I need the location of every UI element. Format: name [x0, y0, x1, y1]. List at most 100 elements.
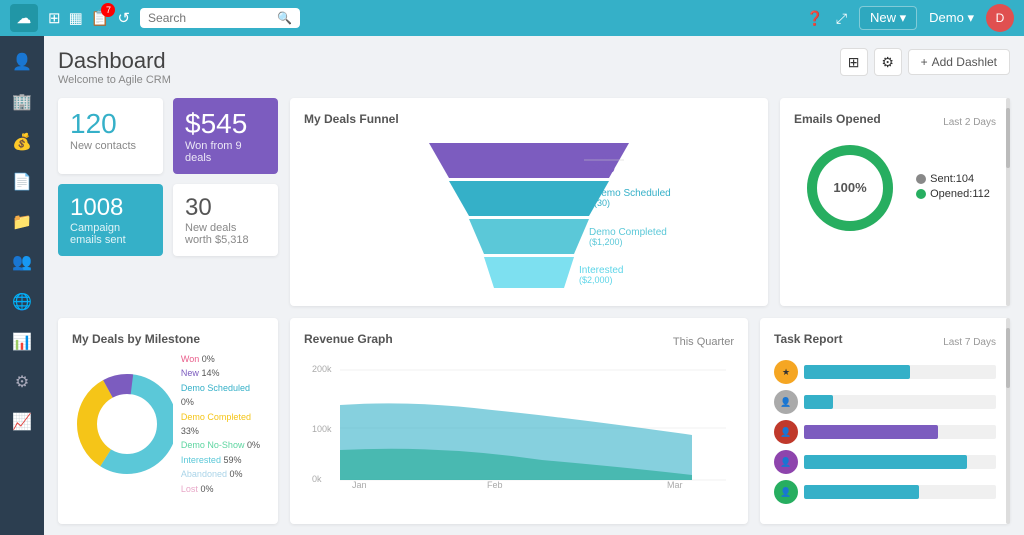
- legend-demo-completed: Demo Completed 33%: [181, 410, 264, 439]
- milestone-legend: Won 0% New 14% Demo Scheduled 0% Demo Co…: [181, 352, 264, 496]
- search-bar: 🔍: [140, 8, 300, 28]
- task-avatar-1: ★: [774, 360, 798, 384]
- scrollbar-thumb: [1006, 108, 1010, 168]
- donut-legend: Sent:104 Opened:112: [916, 173, 990, 203]
- logo[interactable]: ☁: [10, 4, 38, 32]
- stat-row-2: 1008 Campaign emails sent 30 New deals w…: [58, 184, 278, 256]
- sent-label: Sent:104: [930, 173, 974, 185]
- task-report-row-5: 👤: [774, 480, 996, 504]
- legend-abandoned: Abandoned 0%: [181, 467, 264, 481]
- revenue-cyan-area: [340, 403, 692, 480]
- donut-svg: 100%: [800, 138, 900, 238]
- funnel-sublabel-interested: ($2,000): [579, 275, 613, 285]
- pie-chart-svg: [72, 369, 173, 479]
- revenue-title: Revenue Graph: [304, 332, 393, 346]
- page-header: Dashboard Welcome to Agile CRM ⊞ ⚙ + Add…: [58, 48, 1010, 86]
- legend-demo-scheduled: Demo Scheduled 0%: [181, 381, 264, 410]
- funnel-svg: New ($500) Demo Scheduled (30) Demo Comp…: [369, 138, 689, 293]
- legend-new: New 14%: [181, 366, 264, 380]
- history-icon[interactable]: ↺: [117, 9, 130, 27]
- sidebar-item-companies[interactable]: 🏢: [4, 84, 40, 120]
- header-actions: ⊞ ⚙ + Add Dashlet: [840, 48, 1010, 76]
- help-icon[interactable]: ❓: [806, 10, 823, 27]
- funnel-sublabel-new: ($500): [589, 162, 615, 172]
- sent-dot: [916, 174, 926, 184]
- scrollbar-task[interactable]: [1006, 318, 1010, 524]
- new-button[interactable]: New ▾: [859, 6, 917, 30]
- legend-sent: Sent:104: [916, 173, 990, 185]
- revenue-svg: 200k 100k 0k Jan Feb Mar: [312, 360, 726, 490]
- search-input[interactable]: [148, 11, 273, 25]
- task-bar-4: [804, 455, 967, 469]
- opened-dot: [916, 189, 926, 199]
- task-bar-5: [804, 485, 919, 499]
- y-label-200k: 200k: [312, 364, 332, 374]
- scrollbar[interactable]: [1006, 98, 1010, 306]
- won-amount: $545: [185, 108, 266, 140]
- stat-row-1: 120 New contacts $545 Won from 9 deals: [58, 98, 278, 174]
- campaign-emails-label: Campaign emails sent: [70, 222, 151, 246]
- task-bar-container-4: [804, 455, 996, 469]
- task-bar-container-5: [804, 485, 996, 499]
- deals-icon: 💰: [12, 132, 32, 152]
- funnel-segment-demo-scheduled: [449, 181, 609, 216]
- legend-lost: Lost 0%: [181, 482, 264, 496]
- notifications-icon[interactable]: 📋7: [91, 9, 110, 27]
- demo-menu[interactable]: Demo ▾: [929, 10, 974, 26]
- expand-icon[interactable]: ⤢: [836, 10, 847, 27]
- new-deals-label: New deals worth $5,318: [185, 222, 266, 246]
- task-report-title: Task Report: [774, 332, 842, 346]
- revenue-header: Revenue Graph This Quarter: [304, 332, 734, 352]
- task-avatar-4: 👤: [774, 450, 798, 474]
- emails-opened-title: Emails Opened: [794, 112, 881, 126]
- revenue-period: This Quarter: [673, 336, 734, 348]
- sidebar-item-settings[interactable]: ⚙: [4, 364, 40, 400]
- table-icon[interactable]: ▦: [69, 9, 83, 27]
- funnel-segment-interested: [484, 257, 574, 288]
- campaign-emails-card: 1008 Campaign emails sent: [58, 184, 163, 256]
- y-label-0k: 0k: [312, 474, 322, 484]
- revenue-card: Revenue Graph This Quarter 200k 100k 0k: [290, 318, 748, 524]
- x-label-feb: Feb: [487, 480, 503, 490]
- sidebar-item-analytics[interactable]: 📈: [4, 404, 40, 440]
- sidebar: 👤 🏢 💰 📄 📁 👥 🌐 📊 ⚙ 📈: [0, 36, 44, 535]
- task-avatar-5: 👤: [774, 480, 798, 504]
- new-contacts-label: New contacts: [70, 140, 151, 152]
- topnav-right: ❓ ⤢ New ▾ Demo ▾ D: [806, 4, 1014, 32]
- revenue-chart: 200k 100k 0k Jan Feb Mar: [304, 360, 734, 490]
- sidebar-item-contacts[interactable]: 👤: [4, 44, 40, 80]
- page-subtitle: Welcome to Agile CRM: [58, 74, 171, 86]
- milestone-card: My Deals by Milestone Won 0%: [58, 318, 278, 524]
- search-icon: 🔍: [277, 11, 292, 25]
- new-deals-number: 30: [185, 194, 266, 222]
- sidebar-item-documents[interactable]: 📄: [4, 164, 40, 200]
- reports-icon: 📊: [12, 332, 32, 352]
- grid-view-button[interactable]: ⊞: [840, 48, 868, 76]
- sidebar-item-groups[interactable]: 👥: [4, 244, 40, 280]
- sidebar-item-projects[interactable]: 📁: [4, 204, 40, 240]
- emails-chart: 100% Sent:104 Opened:112: [794, 138, 996, 238]
- won-label: Won from 9 deals: [185, 140, 266, 164]
- sidebar-item-web[interactable]: 🌐: [4, 284, 40, 320]
- grid-icon[interactable]: ⊞: [48, 9, 61, 27]
- task-bar-container-1: [804, 365, 996, 379]
- sidebar-item-deals[interactable]: 💰: [4, 124, 40, 160]
- funnel-title: My Deals Funnel: [304, 112, 754, 126]
- won-deals-card: $545 Won from 9 deals: [173, 98, 278, 174]
- opened-label: Opened:112: [930, 188, 990, 200]
- add-dashlet-button[interactable]: + Add Dashlet: [908, 49, 1010, 75]
- funnel-sublabel-demo-completed: ($1,200): [589, 237, 623, 247]
- task-report-row-3: 👤: [774, 420, 996, 444]
- add-icon: +: [921, 55, 928, 69]
- sidebar-item-reports[interactable]: 📊: [4, 324, 40, 360]
- y-label-100k: 100k: [312, 424, 332, 434]
- donut-percent-text: 100%: [834, 180, 868, 195]
- user-avatar[interactable]: D: [986, 4, 1014, 32]
- scrollbar-thumb-task: [1006, 328, 1010, 388]
- settings-button[interactable]: ⚙: [874, 48, 902, 76]
- task-bar-2: [804, 395, 833, 409]
- dashboard-row-1: 120 New contacts $545 Won from 9 deals 1…: [58, 98, 1010, 306]
- legend-demo-noshow: Demo No-Show 0%: [181, 438, 264, 452]
- groups-icon: 👥: [12, 252, 32, 272]
- x-label-jan: Jan: [352, 480, 367, 490]
